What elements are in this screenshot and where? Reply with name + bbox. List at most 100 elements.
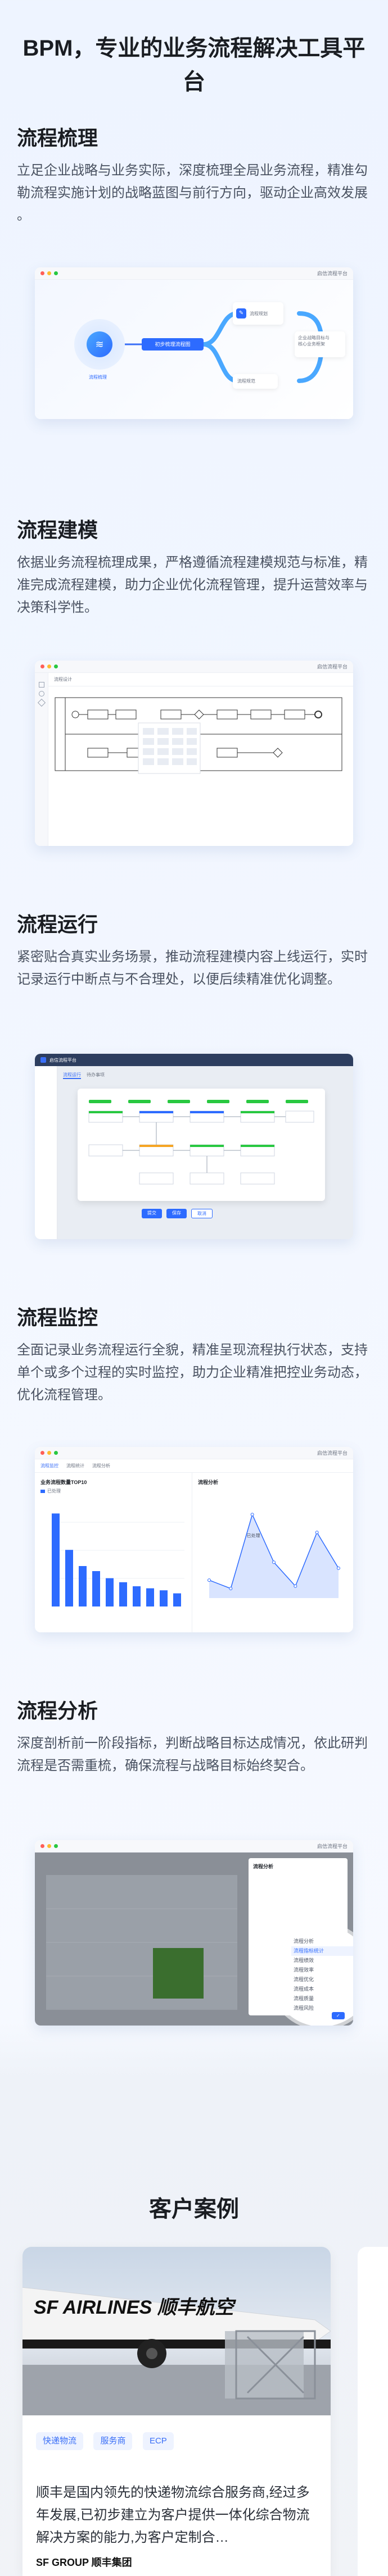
cancel-button[interactable]: 取消 (191, 1209, 213, 1218)
case-photo: SF AIRLINES 顺丰航空 (22, 2247, 331, 2415)
screenshot-process-running: 启信流程平台 流程运行 待办事项 提交 保存 取消 (35, 1054, 353, 1239)
analysis-grid (46, 1908, 237, 1999)
modeling-toolbar: 流程设计 (48, 673, 353, 686)
bar (133, 1586, 141, 1606)
run-flow-diagram (88, 1100, 314, 1185)
tab-analysis[interactable]: 流程分析 (92, 1463, 110, 1469)
node-strategy: 企业战略目标与 核心业务框架 (295, 331, 345, 357)
legend-swatch (40, 1489, 45, 1493)
confirm-button[interactable]: ✓ (332, 2012, 345, 2019)
line-chart: 已处理 (207, 1513, 340, 1598)
section-process-sorting: 流程梳理 立足企业战略与业务实际，深度梳理全局业务流程，精准勾勒流程实施计划的战… (17, 125, 371, 227)
analysis-canvas (46, 1875, 237, 2010)
case-tag: 服务商 (93, 2432, 133, 2450)
analysis-menu-item[interactable]: 流程效率 (291, 1965, 353, 1975)
page-title: BPM，专业的业务流程解决工具平台 (22, 36, 366, 94)
node-planning-label: 流程规划 (250, 311, 268, 316)
node-planning: ✎ 流程规划 (233, 302, 283, 325)
bar (65, 1550, 73, 1606)
legend-label: 已处理 (47, 1489, 61, 1494)
tool-icon[interactable] (38, 682, 44, 688)
bar (79, 1566, 87, 1606)
bar (173, 1593, 181, 1606)
data-point (250, 1513, 254, 1517)
bpmn-diagram (55, 697, 342, 774)
run-actions: 提交 保存 取消 (142, 1209, 213, 1218)
edit-icon: ✎ (236, 308, 246, 318)
case-card-sf[interactable]: SF AIRLINES 顺丰航空 快递物流 服务商 ECP 顺丰是国内领先的快递… (22, 2247, 331, 2576)
logo-icon (40, 1057, 46, 1063)
app-title: 启信流程平台 (317, 1450, 348, 1456)
section-title: 流程运行 (17, 913, 98, 936)
section-title: 流程建模 (17, 518, 98, 541)
case-card-next[interactable] (358, 2247, 388, 2576)
bar-chart-title: 业务流程数量TOP10 (40, 1480, 87, 1485)
sf-airlines-logo: SF AIRLINES 顺丰航空 (34, 2297, 234, 2318)
bar-chart-panel: 业务流程数量TOP10 已处理 (35, 1473, 192, 1632)
airplane-image (22, 2287, 331, 2415)
cases-title: 客户案例 (149, 2197, 239, 2222)
analysis-menu-item[interactable]: 流程分析 (291, 1937, 353, 1946)
run-flow-panel (78, 1089, 325, 1201)
case-desc: 顺丰是国内领先的快递物流综合服务商,经过多年发展,已初步建立为客户提供一体化综合… (36, 2485, 310, 2545)
area-fill (209, 1514, 339, 1598)
analysis-panel-title: 流程分析 (253, 1864, 274, 1869)
section-process-monitoring: 流程监控 全面记录业务流程运行全貌，精准呈现流程执行状态，支持单个或多个过程的实… (17, 1304, 371, 1407)
app-title: 启信流程平台 (317, 1844, 348, 1849)
section-desc: 依据业务流程梳理成果，严格遵循流程建模规范与标准，精准完成流程建模，助力企业优化… (17, 555, 368, 615)
section-desc: 立足企业战略与业务实际，深度梳理全局业务流程，精准勾勒流程实施计划的战略蓝图与前… (17, 163, 368, 223)
section-process-analysis: 流程分析 深度剖析前一阶段指标，判断战略目标达成情况，依此研判流程是否需重梳，确… (17, 1697, 371, 1777)
data-point (294, 1584, 297, 1588)
tab-monitor[interactable]: 流程监控 (40, 1463, 58, 1469)
analysis-menu-item[interactable]: 流程绩效 (291, 1956, 353, 1965)
screenshot-process-modeling: 启信流程平台 流程设计 (35, 661, 353, 846)
section-process-modeling: 流程建模 依据业务流程梳理成果，严格遵循流程建模规范与标准，精准完成流程建模，助… (17, 517, 371, 619)
case-tag: 快递物流 (36, 2432, 84, 2450)
bar (92, 1571, 100, 1606)
case-tags: 快递物流 服务商 ECP (36, 2432, 182, 2450)
point-label: 已处理 (247, 1532, 260, 1538)
analysis-menu-item[interactable]: 流程优化 (291, 1975, 353, 1985)
section-desc: 深度剖析前一阶段指标，判断战略目标达成情况，依此研判流程是否需重梳，确保流程与战… (17, 1736, 368, 1773)
line-chart-panel: 流程分析 已处理 (192, 1473, 353, 1632)
bar (146, 1588, 154, 1606)
app-title: 启信流程平台 (317, 664, 348, 670)
screenshot-process-monitoring: 启信流程平台 流程监控 流程统计 流程分析 业务流程数量TOP10 已处理 流程… (35, 1447, 353, 1632)
save-button[interactable]: 保存 (166, 1209, 187, 1218)
screenshot-process-sorting: 启信流程平台 ≋ 流程梳理 初步梳理流程图 ✎ 流程规划 企业战略目标与 核心业… (35, 267, 353, 419)
run-brand: 启信流程平台 (49, 1057, 76, 1063)
tab-todo[interactable]: 待办事项 (87, 1072, 105, 1079)
sf-group-logo: SF GROUP 顺丰集团 (36, 2557, 132, 2568)
tool-icon[interactable] (38, 691, 44, 697)
submit-button[interactable]: 提交 (142, 1209, 162, 1218)
analysis-list: 流程分析 流程指标统计 流程绩效 流程效率 流程优化 流程成本 流程质量 流程风险 (291, 1937, 353, 2013)
section-title: 流程分析 (17, 1699, 98, 1722)
bar (52, 1513, 60, 1606)
bar-chart (52, 1513, 184, 1606)
section-title: 流程梳理 (17, 126, 98, 149)
tab-stats[interactable]: 流程统计 (66, 1463, 84, 1469)
bar (119, 1582, 127, 1606)
run-header: 启信流程平台 (35, 1054, 353, 1066)
data-point (229, 1587, 233, 1590)
mid-node: 初步梳理流程图 (142, 338, 204, 351)
case-tag: ECP (142, 2432, 174, 2450)
bar (160, 1590, 168, 1606)
run-sidebar (35, 1066, 57, 1239)
tool-icon[interactable] (37, 698, 46, 707)
data-point (207, 1578, 211, 1582)
tab-run[interactable]: 流程运行 (63, 1072, 81, 1079)
data-point (315, 1531, 319, 1535)
screenshot-process-analysis: 启信流程平台 流程分析 流程分析 流程指标统计 流程绩效 流程效率 流程优化 流程成本 流程… (35, 1840, 353, 2026)
app-title: 启信流程平台 (317, 271, 348, 276)
analysis-menu-item[interactable]: 流程成本 (291, 1985, 353, 1994)
analysis-menu-item[interactable]: 流程指标统计 (291, 1946, 353, 1956)
section-desc: 紧密贴合真实业务场景，推动流程建模内容上线运行，实时记录运行中断点与不合理处，以… (17, 949, 368, 987)
line-chart-title: 流程分析 (198, 1480, 219, 1485)
bar (106, 1578, 114, 1606)
analysis-menu-item[interactable]: 流程质量 (291, 1994, 353, 2004)
section-desc: 全面记录业务流程运行全貌，精准呈现流程执行状态，支持单个或多个过程的实时监控，助… (17, 1342, 368, 1403)
data-point (272, 1560, 276, 1564)
modeling-sidebar (35, 673, 48, 846)
data-point (337, 1566, 340, 1570)
